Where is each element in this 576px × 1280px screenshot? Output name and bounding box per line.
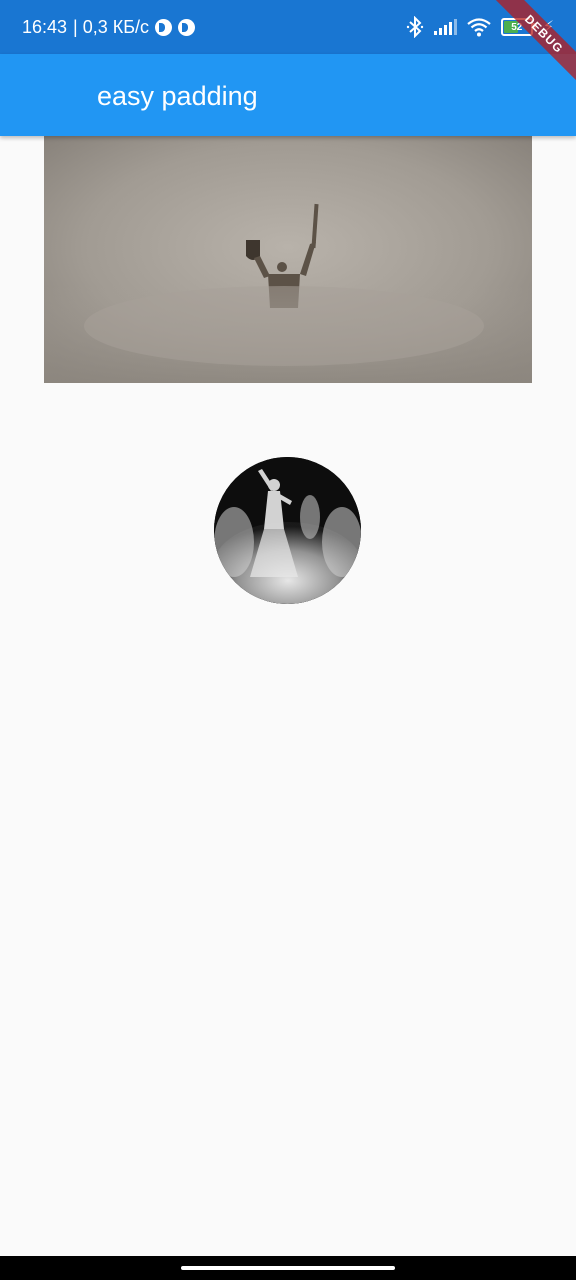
app-bar-title: easy padding xyxy=(97,81,258,111)
round-app-icon xyxy=(178,18,196,36)
round-app-icon xyxy=(155,18,173,36)
status-left: 16:43 | 0,3 КБ/с xyxy=(22,0,196,54)
hero-image xyxy=(44,136,532,383)
status-network-speed: | 0,3 КБ/с xyxy=(73,16,150,37)
dancer-photo xyxy=(214,457,361,604)
status-bar: 16:43 | 0,3 КБ/с 52 xyxy=(0,0,576,54)
bluetooth-icon xyxy=(406,16,423,38)
signal-icon xyxy=(433,19,457,35)
screen: 16:43 | 0,3 КБ/с 52 DEBUG easy padding xyxy=(0,0,576,1280)
system-navigation-bar xyxy=(0,1256,576,1280)
status-time: 16:43 xyxy=(22,16,68,37)
avatar-image xyxy=(214,457,361,604)
foggy-monument-photo xyxy=(44,136,532,383)
app-bar: easy padding xyxy=(0,54,576,136)
wifi-icon xyxy=(467,18,491,37)
home-gesture-handle[interactable] xyxy=(181,1266,395,1270)
